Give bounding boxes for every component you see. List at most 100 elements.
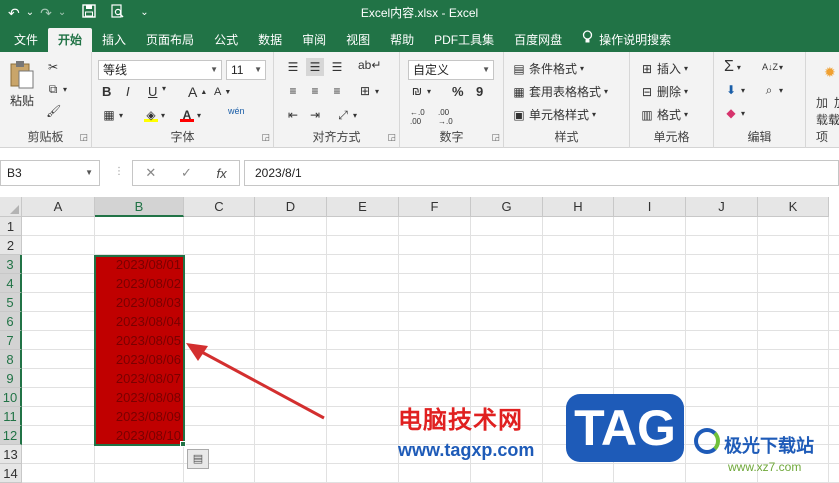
column-header-h[interactable]: H bbox=[543, 197, 614, 217]
row-header-7[interactable]: 7 bbox=[0, 331, 22, 350]
percent-button[interactable]: % bbox=[452, 84, 464, 99]
orientation-button[interactable]: ⤢ ▾ bbox=[336, 108, 357, 122]
bold-button[interactable]: B bbox=[102, 84, 111, 99]
column-header-d[interactable]: D bbox=[255, 197, 327, 217]
phonetic-button[interactable]: wén bbox=[228, 106, 245, 116]
cell-b8[interactable]: 2023/08/06 bbox=[95, 350, 184, 369]
column-header-f[interactable]: F bbox=[399, 197, 471, 217]
row-header-9[interactable]: 9 bbox=[0, 369, 22, 388]
cancel-icon[interactable]: ✕ bbox=[145, 165, 156, 181]
wrap-text-button[interactable]: ab↵ bbox=[358, 58, 381, 72]
cell-b5[interactable]: 2023/08/03 bbox=[95, 293, 184, 312]
increase-decimal-button[interactable]: ←.0.00 bbox=[410, 108, 425, 126]
tab-file[interactable]: 文件 bbox=[4, 28, 48, 52]
comma-style-button[interactable]: 9 bbox=[476, 84, 483, 99]
tab-formulas[interactable]: 公式 bbox=[204, 28, 248, 52]
conditional-formatting-button[interactable]: ▤ 条件格式 ▾ bbox=[512, 60, 584, 77]
row-header-14[interactable]: 14 bbox=[0, 464, 22, 483]
tab-page-layout[interactable]: 页面布局 bbox=[136, 28, 204, 52]
find-select-button[interactable]: ⌕ ▾ bbox=[762, 83, 783, 97]
row-header-11[interactable]: 11 bbox=[0, 407, 22, 426]
format-as-table-button[interactable]: ▦ 套用表格格式 ▾ bbox=[512, 83, 608, 100]
fill-button[interactable]: ⬇ ▾ bbox=[724, 83, 745, 97]
italic-button[interactable]: I bbox=[126, 84, 130, 99]
delete-cells-button[interactable]: ⊟ 删除 ▾ bbox=[640, 83, 688, 100]
column-header-k[interactable]: K bbox=[758, 197, 829, 217]
tab-search[interactable]: 操作说明搜索 bbox=[572, 28, 681, 52]
cell-b3[interactable]: 2023/08/01 bbox=[95, 255, 184, 274]
font-color-button[interactable]: A ▾ bbox=[180, 108, 201, 122]
decrease-decimal-button[interactable]: .00 →.0 bbox=[438, 108, 453, 126]
sort-filter-button[interactable]: A↓Z ▾ bbox=[762, 60, 783, 74]
row-header-2[interactable]: 2 bbox=[0, 236, 22, 255]
merge-center-button[interactable]: ⊞ ▾ bbox=[358, 84, 379, 98]
shrink-font-button[interactable]: A ▼ bbox=[214, 86, 231, 98]
tab-baidu-netdisk[interactable]: 百度网盘 bbox=[504, 28, 572, 52]
format-painter-button[interactable]: 🖌 bbox=[46, 104, 61, 118]
align-middle-button[interactable]: ☰ bbox=[306, 58, 324, 76]
number-launcher-icon[interactable]: ◲ bbox=[491, 132, 500, 143]
underline-button[interactable]: U bbox=[148, 84, 157, 99]
row-header-10[interactable]: 10 bbox=[0, 388, 22, 407]
name-box[interactable]: B3 ▼ bbox=[0, 160, 100, 186]
autosum-button[interactable]: Σ ▾ bbox=[724, 58, 741, 76]
align-left-button[interactable]: ≡ bbox=[286, 84, 300, 98]
align-right-button[interactable]: ≡ bbox=[330, 84, 344, 98]
cell-styles-button[interactable]: ▣ 单元格样式 ▾ bbox=[512, 106, 596, 123]
borders-button[interactable]: ▦ ▾ bbox=[102, 108, 123, 122]
increase-indent-button[interactable]: ⇥ bbox=[308, 108, 322, 122]
cell-b6[interactable]: 2023/08/04 bbox=[95, 312, 184, 331]
align-center-button[interactable]: ≡ bbox=[308, 84, 322, 98]
row-header-4[interactable]: 4 bbox=[0, 274, 22, 293]
tab-review[interactable]: 审阅 bbox=[292, 28, 336, 52]
column-header-c[interactable]: C bbox=[184, 197, 255, 217]
select-all-corner[interactable] bbox=[0, 197, 22, 217]
copy-button[interactable]: ⧉ ▾ bbox=[46, 82, 67, 96]
column-header-e[interactable]: E bbox=[327, 197, 399, 217]
fill-handle[interactable] bbox=[180, 441, 186, 447]
quick-analysis-button[interactable]: ▤ bbox=[187, 449, 209, 469]
insert-cells-button[interactable]: ⊞ 插入 ▾ bbox=[640, 60, 688, 77]
alignment-launcher-icon[interactable]: ◲ bbox=[387, 132, 396, 143]
clear-button[interactable]: ◆ ▾ bbox=[724, 106, 745, 120]
cell-b12[interactable]: 2023/08/10 bbox=[95, 426, 184, 445]
enter-icon[interactable]: ✓ bbox=[181, 165, 192, 181]
cell-b7[interactable]: 2023/08/05 bbox=[95, 331, 184, 350]
row-header-8[interactable]: 8 bbox=[0, 350, 22, 369]
row-header-1[interactable]: 1 bbox=[0, 217, 22, 236]
cell-b4[interactable]: 2023/08/02 bbox=[95, 274, 184, 293]
column-header-g[interactable]: G bbox=[471, 197, 543, 217]
align-top-button[interactable]: ☰ bbox=[286, 60, 300, 74]
name-box-dropdown-icon[interactable]: ▼ bbox=[85, 161, 93, 185]
column-header-a[interactable]: A bbox=[22, 197, 95, 217]
align-bottom-button[interactable]: ☰ bbox=[330, 60, 344, 74]
cell-b11[interactable]: 2023/08/09 bbox=[95, 407, 184, 426]
tab-data[interactable]: 数据 bbox=[248, 28, 292, 52]
decrease-indent-button[interactable]: ⇤ bbox=[286, 108, 300, 122]
accounting-format-button[interactable]: ₪ ▾ bbox=[410, 84, 431, 98]
column-header-j[interactable]: J bbox=[686, 197, 758, 217]
tab-insert[interactable]: 插入 bbox=[92, 28, 136, 52]
row-header-5[interactable]: 5 bbox=[0, 293, 22, 312]
font-size-combo[interactable]: 11 ▼ bbox=[226, 60, 266, 80]
font-launcher-icon[interactable]: ◲ bbox=[261, 132, 270, 143]
formula-input[interactable]: 2023/8/1 bbox=[244, 160, 839, 186]
grow-font-button[interactable]: A ▲ bbox=[188, 84, 207, 100]
tab-help[interactable]: 帮助 bbox=[380, 28, 424, 52]
cut-button[interactable]: ✂ bbox=[46, 60, 60, 74]
row-header-12[interactable]: 12 bbox=[0, 426, 22, 445]
underline-dropdown-icon[interactable]: ▾ bbox=[162, 84, 166, 93]
column-header-b[interactable]: B bbox=[95, 197, 184, 217]
number-format-combo[interactable]: 自定义 ▼ bbox=[408, 60, 494, 80]
cell-b9[interactable]: 2023/08/07 bbox=[95, 369, 184, 388]
tab-view[interactable]: 视图 bbox=[336, 28, 380, 52]
cell-b10[interactable]: 2023/08/08 bbox=[95, 388, 184, 407]
row-header-13[interactable]: 13 bbox=[0, 445, 22, 464]
tab-pdf-tools[interactable]: PDF工具集 bbox=[424, 28, 504, 52]
fill-color-button[interactable]: ◈ ▾ bbox=[144, 108, 165, 122]
formula-bar-resize-handle[interactable]: ⋮ bbox=[114, 166, 124, 177]
row-header-3[interactable]: 3 bbox=[0, 255, 22, 274]
insert-function-icon[interactable]: fx bbox=[217, 166, 227, 181]
column-header-i[interactable]: I bbox=[614, 197, 686, 217]
tab-home[interactable]: 开始 bbox=[48, 28, 93, 52]
